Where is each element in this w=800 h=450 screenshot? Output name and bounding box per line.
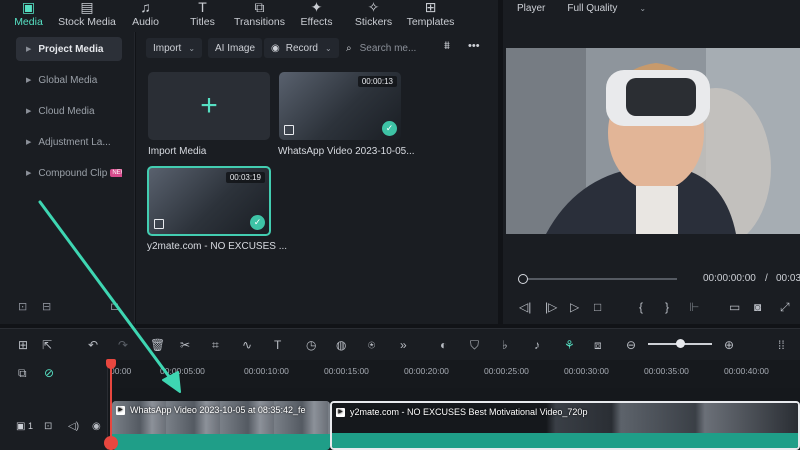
annotation-arrow <box>38 200 181 393</box>
